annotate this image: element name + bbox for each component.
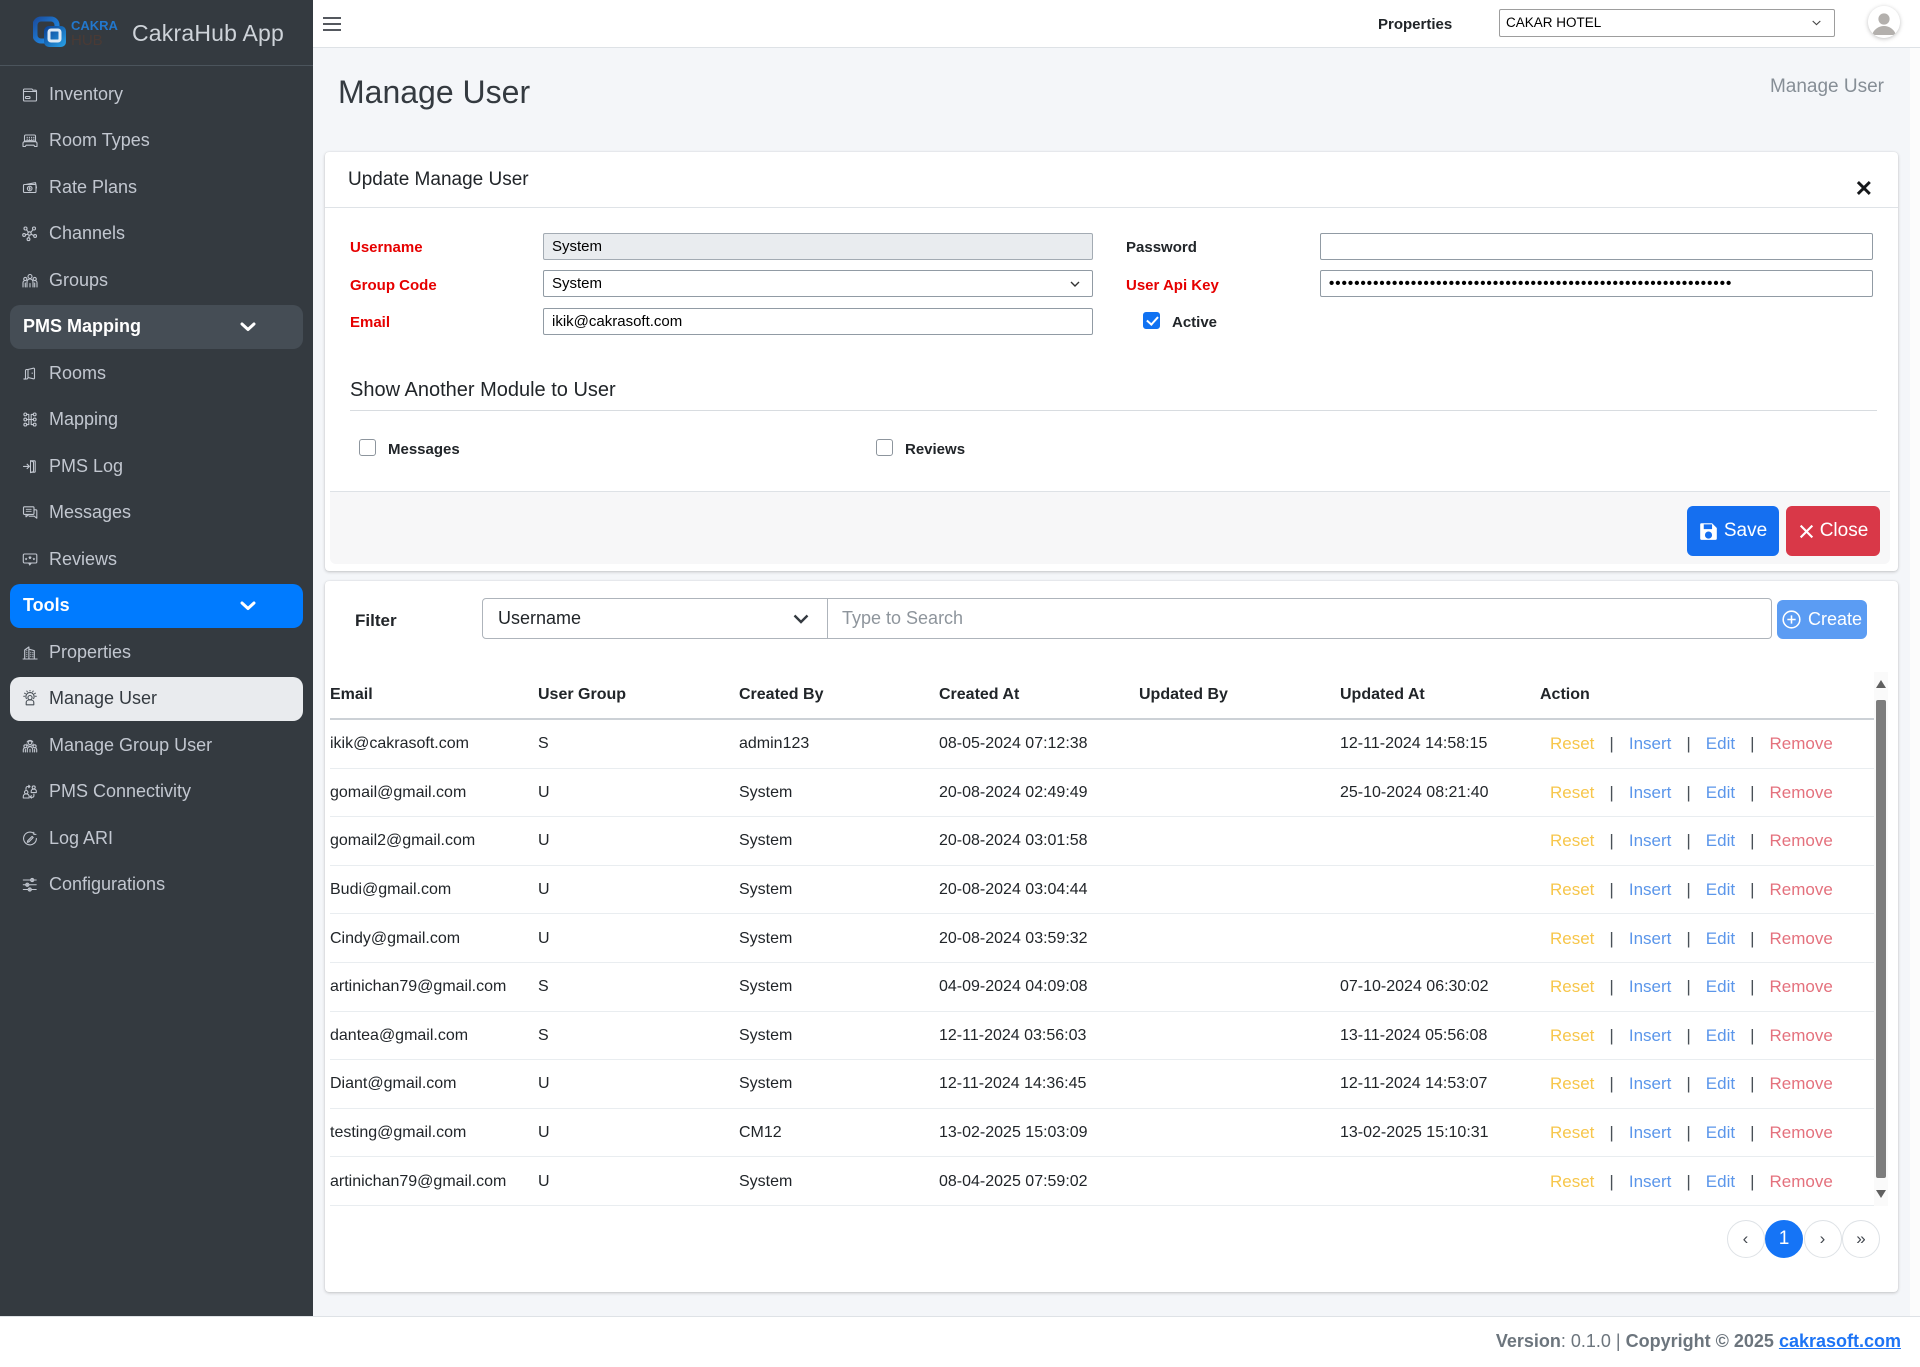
svg-text:HUB: HUB xyxy=(71,32,103,49)
svg-text:CAKRA: CAKRA xyxy=(71,18,119,33)
